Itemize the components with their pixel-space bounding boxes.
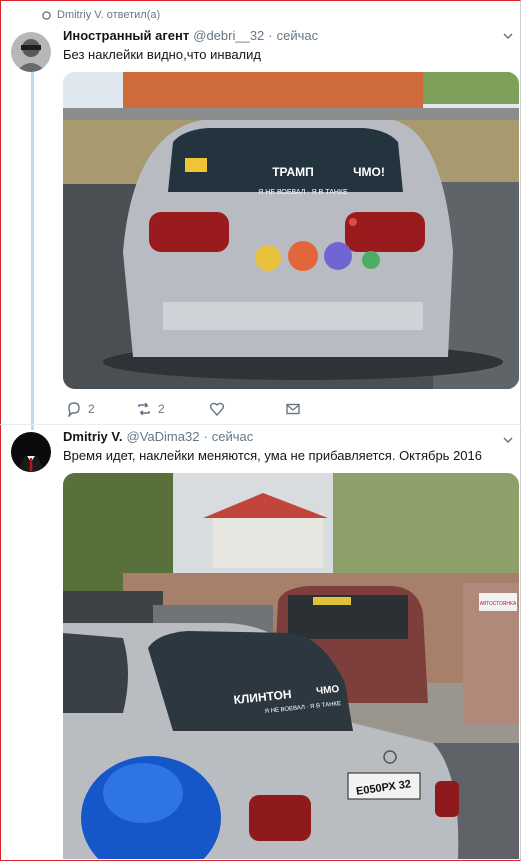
- tweet-divider: [0, 424, 521, 425]
- mail-icon: [286, 403, 300, 415]
- direct-message-button[interactable]: [285, 401, 301, 417]
- user-handle[interactable]: @debri__32: [193, 28, 264, 43]
- chevron-down-icon[interactable]: [503, 33, 513, 39]
- separator-dot: ·: [268, 28, 273, 43]
- tweet-photo[interactable]: ТРАМП ЧМО! Я НЕ ВОЕВАЛ · Я В ТАНКЕ: [63, 72, 519, 389]
- separator-dot: ·: [203, 429, 208, 444]
- user-handle[interactable]: @VaDima32: [127, 429, 200, 444]
- retweet-icon: [138, 402, 150, 416]
- heart-icon: [209, 402, 225, 417]
- thread-connector: [31, 52, 34, 430]
- tweet-actions: 2 2: [66, 401, 301, 417]
- tweet-text: Время идет, наклейки меняются, ума не пр…: [63, 448, 482, 463]
- retweet-count: 2: [158, 402, 165, 416]
- tweet-photo[interactable]: КЛИНТОН ЧМО Я НЕ ВОЕВАЛ · Я В ТАНКЕ Е050…: [63, 473, 519, 859]
- timestamp[interactable]: сейчас: [212, 429, 254, 444]
- avatar[interactable]: [11, 432, 51, 472]
- display-name[interactable]: Иностранный агент: [63, 28, 189, 43]
- reply-button[interactable]: 2: [66, 401, 136, 417]
- reply-context: Dmitriy V. ответил(а): [42, 9, 160, 21]
- reply-count: 2: [88, 402, 95, 416]
- tweet-header: Dmitriy V. @VaDima32 · сейчас: [63, 429, 253, 444]
- retweet-button[interactable]: 2: [136, 401, 209, 417]
- reply-context-text: Dmitriy V. ответил(а): [57, 9, 161, 21]
- reply-dot-icon: [42, 10, 51, 20]
- sticker-text-2: ЧМО!: [353, 165, 385, 179]
- timestamp[interactable]: сейчас: [277, 28, 319, 43]
- tweet-header: Иностранный агент @debri__32 · сейчас: [63, 28, 318, 43]
- chevron-down-icon[interactable]: [503, 437, 513, 443]
- avatar[interactable]: [11, 32, 51, 72]
- wall-sign: АВТОСТОЯНКА: [480, 601, 517, 607]
- like-button[interactable]: [209, 401, 285, 417]
- sticker-text: ТРАМП: [272, 165, 314, 179]
- reply-icon: [68, 402, 80, 417]
- sticker-small: Я НЕ ВОЕВАЛ · Я В ТАНКЕ: [258, 189, 348, 196]
- tweet-text: Без наклейки видно,что инвалид: [63, 47, 261, 62]
- display-name[interactable]: Dmitriy V.: [63, 429, 123, 444]
